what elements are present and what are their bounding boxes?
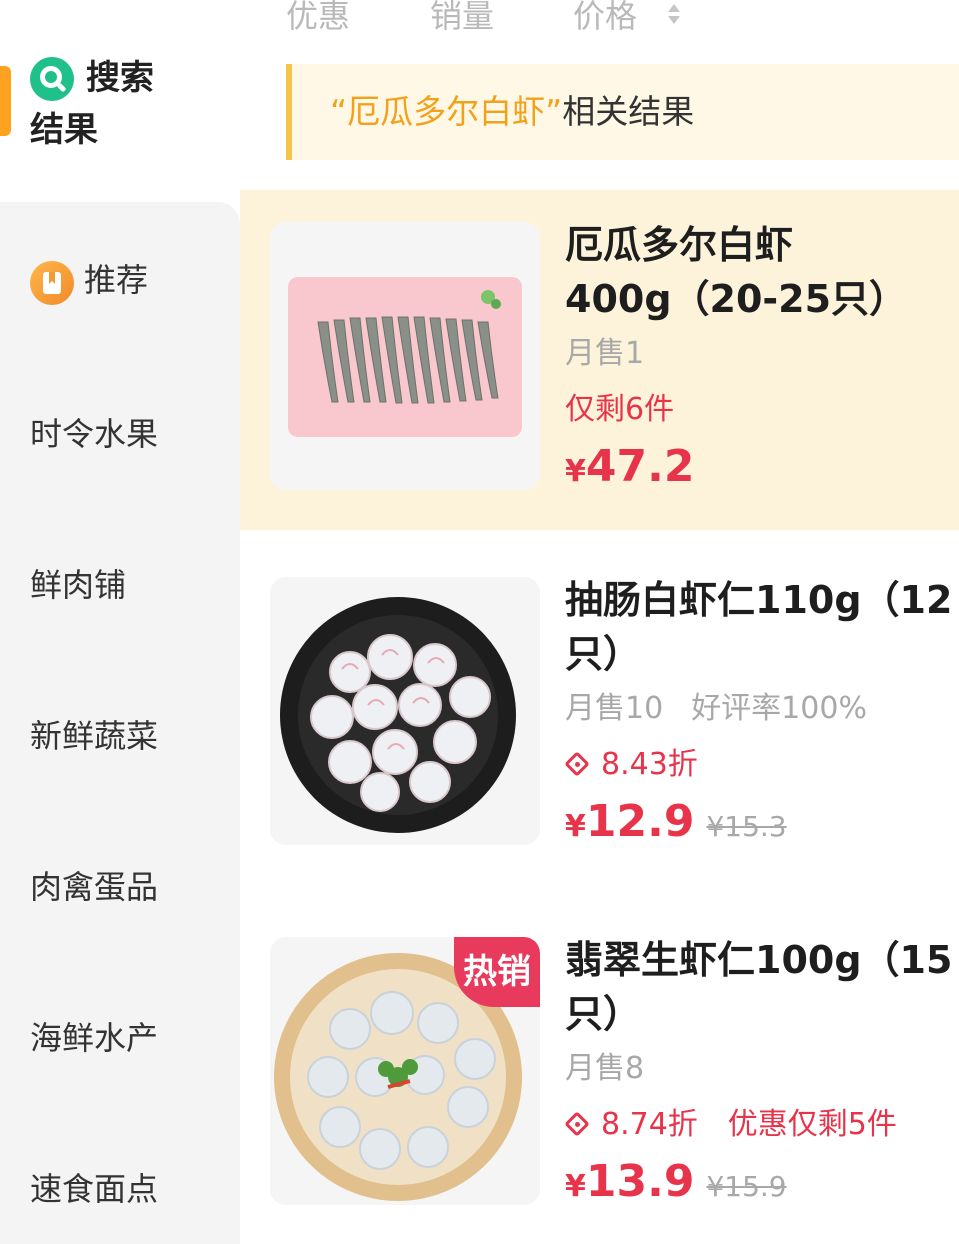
product-title[interactable]: 厄瓜多尔白虾 [565, 218, 959, 272]
recommend-icon [30, 261, 74, 305]
sort-bar: 优惠 销量 价格 [240, 0, 959, 48]
product-info: 翡翠生虾仁100g（15 只） 月售8 8.74折 优惠仅剩5件 ¥13.9 ¥15… [565, 933, 959, 1216]
promo-stock: 优惠仅剩5件 [727, 1107, 897, 1142]
original-price: ¥15.9 [706, 1170, 787, 1203]
stock-warning: 仅剩6件 [565, 388, 959, 432]
product-title-line2[interactable]: 400g（20-25只） [565, 272, 959, 326]
sidebar-item-meat[interactable]: 鲜肉铺 [30, 563, 126, 607]
currency-symbol: ¥ [565, 1169, 586, 1204]
banner-text: “厄瓜多尔白虾”相关结果 [330, 90, 694, 134]
sidebar-item-instant-food[interactable]: 速食面点 [30, 1167, 158, 1211]
product-stats: 月售8 [565, 1047, 959, 1091]
product-title-line2[interactable]: 只） [565, 987, 959, 1041]
discount-label: 8.43折 [601, 747, 698, 782]
product-image[interactable] [270, 577, 540, 845]
discount-tag-icon [565, 754, 591, 776]
shrimp-tray-image [270, 222, 540, 490]
sidebar-item-search-results[interactable]: 搜索结果 [30, 52, 180, 156]
discount-tag-icon [565, 1114, 591, 1136]
product-card[interactable]: 厄瓜多尔白虾 400g（20-25只） 月售1 仅剩6件 ¥47.2 [240, 190, 959, 530]
monthly-sales: 月售8 [565, 1051, 645, 1086]
active-indicator [0, 66, 11, 136]
product-card[interactable]: 热销 翡翠生虾仁100g（15 只） 月售8 8.74折 优惠仅剩5件 ¥13.9… [240, 905, 959, 1244]
monthly-sales: 月售1 [565, 336, 645, 371]
sidebar-active-area: 搜索结果 [0, 0, 240, 202]
discount-label: 8.74折 [601, 1107, 698, 1142]
price-row: ¥12.9 ¥15.3 [565, 797, 959, 856]
product-card[interactable]: 抽肠白虾仁110g（12 只） 月售10 好评率100% 8.43折 ¥12.9 ¥… [240, 545, 959, 885]
currency-symbol: ¥ [565, 809, 586, 844]
rating: 好评率100% [691, 691, 867, 726]
price-row: ¥13.9 ¥15.9 [565, 1157, 959, 1216]
discount-row: 8.43折 [565, 743, 959, 787]
product-title[interactable]: 翡翠生虾仁100g（15 [565, 933, 959, 987]
sidebar-item-poultry-eggs[interactable]: 肉禽蛋品 [30, 865, 158, 909]
product-info: 厄瓜多尔白虾 400g（20-25只） 月售1 仅剩6件 ¥47.2 [565, 218, 959, 501]
currency-symbol: ¥ [565, 454, 586, 489]
sidebar-item-recommend[interactable]: 推荐 [84, 258, 148, 302]
sort-price-tab[interactable]: 价格 [573, 0, 637, 40]
product-price: 12.9 [585, 796, 695, 847]
sidebar-item-seafood[interactable]: 海鲜水产 [30, 1016, 158, 1060]
product-price: 13.9 [585, 1156, 695, 1207]
product-sales: 月售1 [565, 332, 959, 376]
original-price: ¥15.3 [706, 810, 787, 843]
sidebar-item-vegetables[interactable]: 新鲜蔬菜 [30, 714, 158, 758]
remaining-stock: 仅剩6件 [565, 392, 675, 427]
banner-suffix: 相关结果 [562, 92, 695, 131]
product-price: 47.2 [585, 441, 695, 492]
hot-sale-badge: 热销 [454, 937, 540, 1007]
product-stats: 月售10 好评率100% [565, 687, 959, 731]
product-image[interactable] [270, 222, 540, 490]
product-title-line2[interactable]: 只） [565, 627, 959, 681]
sort-toggle-icon[interactable] [668, 4, 682, 28]
shrimp-bowl-image [270, 577, 540, 845]
product-title[interactable]: 抽肠白虾仁110g（12 [565, 573, 959, 627]
product-info: 抽肠白虾仁110g（12 只） 月售10 好评率100% 8.43折 ¥12.9 ¥… [565, 573, 959, 856]
product-image[interactable]: 热销 [270, 937, 540, 1205]
sort-sales-tab[interactable]: 销量 [430, 0, 494, 40]
price-row: ¥47.2 [565, 442, 959, 501]
search-keyword: “厄瓜多尔白虾” [330, 92, 563, 131]
search-result-banner: “厄瓜多尔白虾”相关结果 [286, 64, 959, 160]
sidebar-item-fruit[interactable]: 时令水果 [30, 412, 158, 456]
discount-row: 8.74折 优惠仅剩5件 [565, 1103, 959, 1147]
sort-discount-tab[interactable]: 优惠 [286, 0, 350, 40]
monthly-sales: 月售10 [565, 691, 664, 726]
